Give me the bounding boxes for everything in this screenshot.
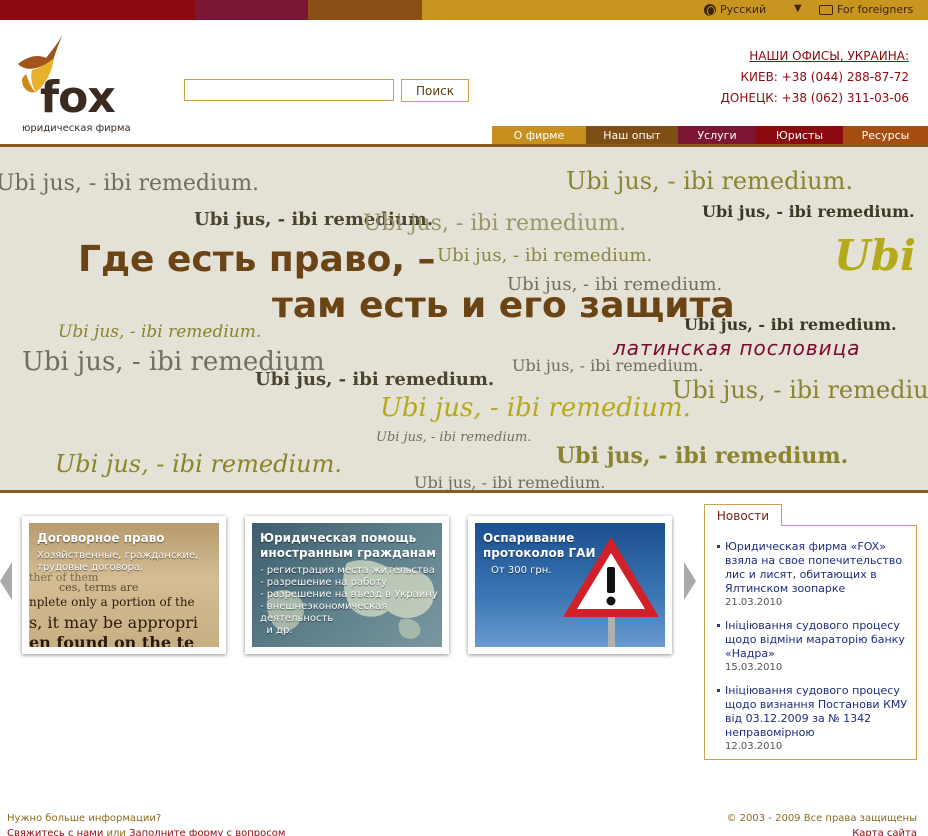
- top-bar-segment: [195, 0, 308, 20]
- news-link[interactable]: Юридическая фирма «FOX» взяла на свое по…: [725, 540, 910, 596]
- card-text-line: - регистрация места жительства: [260, 565, 435, 576]
- nav-item-about[interactable]: О фирме: [492, 126, 586, 146]
- card-title-line: Юридическая помощь: [260, 531, 417, 545]
- office-phone-kiev: КИЕВ: +38 (044) 288-87-72: [740, 70, 910, 84]
- foreigners-link[interactable]: For foreigners: [819, 3, 913, 16]
- banner-background-text: Ubi jus, - ibi remedium.: [376, 430, 532, 445]
- banner-headline-line2: там есть и его защита: [272, 285, 735, 326]
- card-text-line: трудовые договора.: [37, 562, 144, 573]
- hero-banner: Ubi jus, - ibi remedium. Ubi jus, - ibi …: [0, 147, 928, 490]
- top-color-bar: Русский ▼ For foreigners: [0, 0, 928, 20]
- card-image: ther of them ces, terms are nplete only …: [29, 523, 219, 647]
- language-selector[interactable]: Русский: [704, 3, 766, 16]
- logo-name: fox: [40, 72, 116, 123]
- card-text-line: Хозяйственные, гражданские,: [37, 550, 199, 561]
- news-panel: Юридическая фирма «FOX» взяла на свое по…: [704, 525, 917, 760]
- copyright-text: © 2003 - 2009 Все права защищены: [726, 813, 918, 824]
- card-title-line: иностранным гражданам: [260, 546, 437, 560]
- top-bar-segment: [308, 0, 422, 20]
- speech-bubble-icon: [819, 4, 833, 15]
- offices-title-link[interactable]: НАШИ ОФИСЫ, УКРАИНА:: [721, 46, 909, 67]
- news-item: Юридическая фирма «FOX» взяла на свое по…: [715, 540, 910, 609]
- card-text-line: От 300 грн.: [491, 565, 552, 576]
- card-text: Хозяйственные, гражданские, трудовые дог…: [37, 550, 198, 574]
- contact-us-link[interactable]: Свяжитесь с нами: [7, 828, 103, 836]
- news-item: Ініціювання судового процесу щодо відмін…: [715, 619, 910, 674]
- offices-block: НАШИ ОФИСЫ, УКРАИНА: КИЕВ: +38 (044) 288…: [721, 46, 909, 109]
- card-title-line: протоколов ГАИ: [483, 546, 596, 560]
- banner-background-word: Ubi: [834, 231, 916, 280]
- card-title: Договорное право: [37, 531, 165, 545]
- card-image: Юридическая помощь иностранным гражданам…: [252, 523, 442, 647]
- service-card-traffic-police[interactable]: Оспаривание протоколов ГАИ От 300 грн.: [468, 516, 672, 654]
- card-title: Юридическая помощь иностранным гражданам: [260, 531, 436, 561]
- card-image: Оспаривание протоколов ГАИ От 300 грн.: [475, 523, 665, 647]
- news-link[interactable]: Ініціювання судового процесу щодо відмін…: [725, 619, 910, 661]
- card-paper-text: en found on the te: [29, 633, 195, 647]
- banner-divider: [0, 490, 928, 493]
- card-paper-text: nplete only a portion of the: [29, 595, 195, 609]
- logo-subtitle: юридическая фирма: [22, 123, 131, 134]
- footer-or-text: или: [106, 828, 126, 836]
- carousel-next-arrow-icon[interactable]: [684, 562, 696, 600]
- banner-background-text: Ubi jus, - ibi remedium.: [363, 211, 627, 236]
- banner-background-text: Ubi jus, - ibi remedium.: [58, 322, 262, 342]
- news-list: Юридическая фирма «FOX» взяла на свое по…: [715, 540, 910, 763]
- carousel-prev-arrow-icon[interactable]: [0, 562, 12, 600]
- banner-headline-line1: Где есть право, –: [78, 239, 436, 280]
- dropdown-arrow-icon[interactable]: ▼: [794, 3, 802, 14]
- card-text-line: - внешнеэкономическая деятельность: [260, 601, 388, 624]
- nav-item-lawyers[interactable]: Юристы: [756, 126, 843, 146]
- news-item: Ініціювання судового процесу щодо визнан…: [715, 684, 910, 753]
- sitemap-link[interactable]: Карта сайта: [852, 828, 917, 836]
- language-label: Русский: [720, 3, 767, 16]
- banner-background-text: Ubi jus, - ibi remedium.: [414, 473, 606, 490]
- card-text: От 300 грн.: [491, 565, 551, 577]
- banner-background-text: Ubi jus, - ibi remedium.: [55, 450, 342, 478]
- news-date: 15.03.2010: [725, 662, 783, 673]
- foreigners-label: For foreigners: [837, 3, 914, 16]
- news-link[interactable]: Ініціювання судового процесу щодо визнан…: [725, 684, 910, 740]
- card-title: Оспаривание протоколов ГАИ: [483, 531, 596, 561]
- card-text-line: - разрешение на въезд в Украину: [260, 589, 438, 600]
- globe-icon: [704, 3, 716, 16]
- card-text: - регистрация места жительства - разреше…: [260, 565, 442, 637]
- site-logo[interactable]: fox юридическая фирма: [10, 28, 150, 138]
- search-button[interactable]: Поиск: [401, 79, 469, 102]
- top-bar-segment: Русский ▼ For foreigners: [422, 0, 928, 20]
- news-date: 21.03.2010: [725, 597, 783, 608]
- top-bar-segment: [0, 0, 195, 20]
- banner-background-text: Ubi jus, - ibi remedium.: [702, 202, 915, 221]
- nav-item-experience[interactable]: Наш опыт: [586, 126, 678, 146]
- card-text-line: и др.: [260, 625, 293, 636]
- banner-background-text: Ubi jus, - ibi remedium.: [380, 393, 691, 423]
- banner-background-text: Ubi jus, - ibi remedium.: [437, 245, 653, 266]
- banner-background-text: Ubi jus, - ibi remedium.: [566, 167, 853, 195]
- footer-links: Свяжитесь с нами или Заполните форму с в…: [7, 826, 285, 836]
- card-paper-text: s, it may be appropri: [29, 613, 198, 632]
- card-paper-text: ces, terms are: [59, 581, 139, 594]
- banner-background-text: Ubi jus, - ibi remedium.: [0, 171, 260, 196]
- nav-item-services[interactable]: Услуги: [678, 126, 756, 146]
- news-tab[interactable]: Новости: [704, 504, 782, 526]
- card-title-line: Оспаривание: [483, 531, 575, 545]
- footer-copyright-block: © 2003 - 2009 Все права защищены Карта с…: [727, 811, 918, 836]
- banner-background-text: Ubi jus, - ibi remedium.: [255, 369, 495, 390]
- footer-contact: Нужно больше информации? Свяжитесь с нам…: [7, 811, 285, 836]
- news-date: 12.03.2010: [725, 741, 783, 752]
- banner-proverb-caption: латинская пословица: [613, 336, 861, 360]
- service-card-contract-law[interactable]: ther of them ces, terms are nplete only …: [22, 516, 226, 654]
- main-nav: О фирме Наш опыт Услуги Юристы Ресурсы: [492, 126, 928, 146]
- question-form-link[interactable]: Заполните форму с вопросом: [129, 828, 285, 836]
- search-input[interactable]: [184, 79, 394, 101]
- card-text-line: - разрешение на работу: [260, 577, 388, 588]
- banner-background-text: Ubi jus, - ibi remedium.: [556, 443, 849, 469]
- footer-question: Нужно больше информации?: [7, 813, 162, 824]
- nav-item-resources[interactable]: Ресурсы: [843, 126, 928, 146]
- office-phone-donetsk: ДОНЕЦК: +38 (062) 311-03-06: [720, 91, 909, 105]
- banner-background-text: Ubi jus, - ibi remedium.: [672, 376, 928, 404]
- service-card-foreigners[interactable]: Юридическая помощь иностранным гражданам…: [245, 516, 449, 654]
